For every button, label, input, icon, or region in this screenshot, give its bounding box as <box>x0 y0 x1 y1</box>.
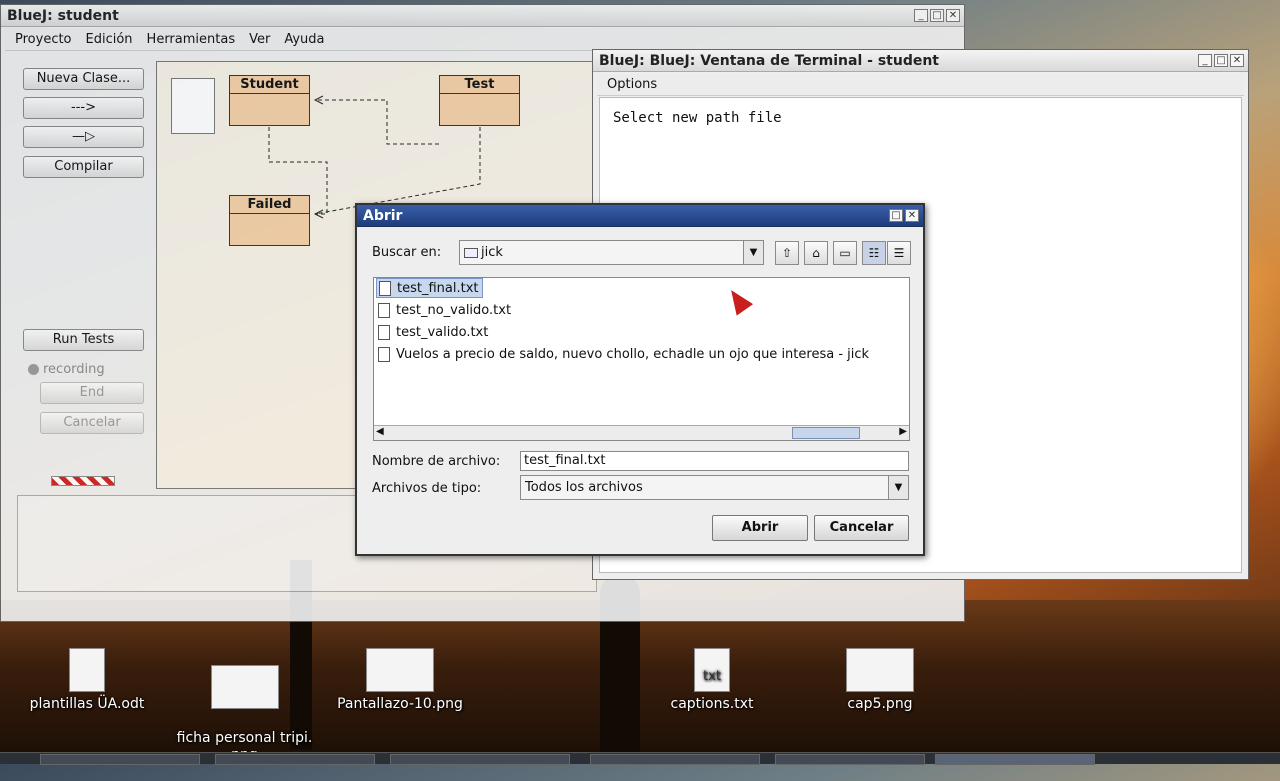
file-name: test_valido.txt <box>396 324 489 340</box>
window-title: BlueJ: student <box>1 5 964 27</box>
new-folder-icon[interactable]: ▭ <box>833 241 857 265</box>
dependency-arrow-button[interactable]: ---> <box>23 97 144 119</box>
menu-herramientas[interactable]: Herramientas <box>137 32 240 47</box>
open-button[interactable]: Abrir <box>712 515 808 541</box>
look-in-value: jick <box>481 245 503 260</box>
file-icon <box>378 302 390 318</box>
list-item[interactable]: test_no_valido.txt <box>376 300 514 320</box>
taskbar-item[interactable] <box>935 754 1095 765</box>
taskbar-item[interactable] <box>590 754 760 765</box>
file-name: test_final.txt <box>397 280 479 296</box>
list-item[interactable]: test_valido.txt <box>376 322 491 342</box>
minimize-icon[interactable]: _ <box>914 9 928 22</box>
file-list[interactable]: test_final.txt test_no_valido.txt test_v… <box>373 277 910 441</box>
recording-indicator: recording <box>28 362 105 377</box>
cancel-recording-button[interactable]: Cancelar <box>40 412 144 434</box>
menu-ver[interactable]: Ver <box>239 32 274 47</box>
menu-bar: Proyecto Edición Herramientas Ver Ayuda <box>5 29 960 51</box>
desktop-icon-label: captions.txt <box>670 696 754 712</box>
maximize-icon[interactable]: □ <box>1214 54 1228 67</box>
dialog-title: Abrir <box>357 205 923 227</box>
filename-label: Nombre de archivo: <box>372 454 501 469</box>
cancel-button[interactable]: Cancelar <box>814 515 909 541</box>
close-icon[interactable]: ✕ <box>946 9 960 22</box>
image-thumbnail-icon <box>210 665 279 709</box>
folder-icon <box>464 247 478 258</box>
look-in-label: Buscar en: <box>372 245 442 260</box>
menu-bar: Options <box>597 74 1244 96</box>
desktop-icon-cap5[interactable]: cap5.png <box>832 648 928 713</box>
taskbar <box>0 752 1280 765</box>
run-tests-button[interactable]: Run Tests <box>23 329 144 351</box>
open-file-dialog: Abrir □ ✕ Buscar en: jick ▼ ⇧ ⌂ ▭ ☷ ☰ te… <box>355 203 925 556</box>
recording-label: recording <box>43 362 105 377</box>
horizontal-scrollbar[interactable]: ◀ ▶ <box>374 425 909 440</box>
scroll-right-icon[interactable]: ▶ <box>899 426 907 437</box>
filename-field[interactable]: test_final.txt <box>520 451 909 471</box>
desktop-icon-label: cap5.png <box>847 696 913 712</box>
close-icon[interactable]: ✕ <box>1230 54 1244 67</box>
menu-options[interactable]: Options <box>597 77 661 92</box>
window-title: BlueJ: BlueJ: Ventana de Terminal - stud… <box>593 50 1248 72</box>
chevron-down-icon[interactable]: ▼ <box>743 241 763 264</box>
scroll-left-icon[interactable]: ◀ <box>376 426 384 437</box>
taskbar-item[interactable] <box>215 754 375 765</box>
chevron-down-icon[interactable]: ▼ <box>888 476 908 499</box>
window-controls: _ □ ✕ <box>914 9 960 22</box>
maximize-icon[interactable]: □ <box>889 209 903 222</box>
menu-edicion[interactable]: Edición <box>76 32 137 47</box>
end-button[interactable]: End <box>40 382 144 404</box>
minimize-icon[interactable]: _ <box>1198 54 1212 67</box>
close-icon[interactable]: ✕ <box>905 209 919 222</box>
taskbar-item[interactable] <box>390 754 570 765</box>
image-thumbnail-icon <box>846 648 914 692</box>
list-item[interactable]: test_final.txt <box>376 278 483 298</box>
look-in-combo[interactable]: jick ▼ <box>459 240 764 265</box>
desktop-icon-label: Pantallazo-10.png <box>337 696 463 712</box>
menu-proyecto[interactable]: Proyecto <box>5 32 76 47</box>
vm-activity-indicator <box>51 476 115 486</box>
file-icon <box>379 280 391 296</box>
desktop-icon-pantallazo10[interactable]: Pantallazo-10.png <box>332 648 468 713</box>
window-controls: _ □ ✕ <box>1198 54 1244 67</box>
file-name: Vuelos a precio de saldo, nuevo chollo, … <box>396 346 870 362</box>
window-controls: □ ✕ <box>889 209 919 222</box>
file-icon <box>378 324 390 340</box>
list-item[interactable]: Vuelos a precio de saldo, nuevo chollo, … <box>376 344 872 364</box>
inheritance-arrow-button[interactable]: —▷ <box>23 126 144 148</box>
recording-dot-icon <box>28 364 39 375</box>
desktop-icon-label: plantillas ÜA.odt <box>29 696 145 712</box>
filetype-label: Archivos de tipo: <box>372 481 482 496</box>
compile-button[interactable]: Compilar <box>23 156 144 178</box>
file-name: test_no_valido.txt <box>396 302 512 318</box>
text-file-icon: txt <box>694 648 730 692</box>
document-icon <box>69 648 105 692</box>
taskbar-item[interactable] <box>775 754 925 765</box>
taskbar-item[interactable] <box>40 754 200 765</box>
menu-ayuda[interactable]: Ayuda <box>274 32 328 47</box>
details-view-icon[interactable]: ☰ <box>887 241 911 265</box>
desktop-icon-captions[interactable]: txt captions.txt <box>662 648 762 713</box>
up-folder-icon[interactable]: ⇧ <box>775 241 799 265</box>
desktop-icon-plantillas[interactable]: plantillas ÜA.odt <box>22 648 152 713</box>
list-view-icon[interactable]: ☷ <box>862 241 886 265</box>
new-class-button[interactable]: Nueva Clase... <box>23 68 144 90</box>
home-icon[interactable]: ⌂ <box>804 241 828 265</box>
scrollbar-thumb[interactable] <box>792 427 860 439</box>
image-thumbnail-icon <box>366 648 434 692</box>
file-icon <box>378 346 390 362</box>
maximize-icon[interactable]: □ <box>930 9 944 22</box>
filetype-value: Todos los archivos <box>525 480 643 495</box>
filetype-combo[interactable]: Todos los archivos ▼ <box>520 475 909 500</box>
terminal-output-text: Select new path file <box>613 110 782 126</box>
